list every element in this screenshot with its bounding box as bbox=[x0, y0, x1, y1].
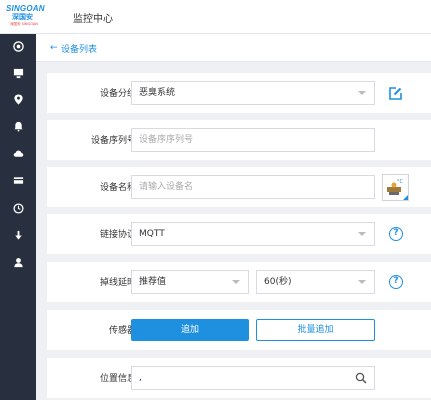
sidebar-item-download[interactable] bbox=[0, 223, 36, 247]
name-input[interactable]: 请输入设备名 bbox=[131, 175, 375, 199]
form-row-delay: 掉线延时 推荐值 60(秒) ? bbox=[47, 262, 431, 302]
brand-logo: SINGOAN 深国安 深国安 SINGOAN bbox=[6, 4, 46, 30]
breadcrumb-device-list-link[interactable]: 设备列表 bbox=[61, 42, 97, 55]
add-sensor-button[interactable]: 追加 bbox=[131, 319, 249, 341]
sidebar-item-monitor[interactable] bbox=[0, 61, 36, 85]
help-icon[interactable]: ? bbox=[389, 275, 403, 289]
search-icon[interactable] bbox=[355, 372, 367, 384]
delay-value: 60(秒) bbox=[264, 277, 292, 287]
chevron-down-icon bbox=[232, 280, 240, 284]
user-icon bbox=[13, 257, 23, 267]
sidebar-item-card[interactable] bbox=[0, 168, 36, 192]
logo-text: SINGOAN bbox=[6, 4, 45, 13]
serial-label: 设备序列号 bbox=[90, 136, 136, 146]
edit-icon[interactable] bbox=[388, 86, 403, 101]
page-title: 监控中心 bbox=[73, 14, 113, 25]
delay-mode-select[interactable]: 推荐值 bbox=[131, 270, 249, 294]
sidebar-item-alarm[interactable] bbox=[0, 114, 36, 138]
location-pin-icon bbox=[13, 93, 23, 105]
target-icon bbox=[12, 40, 24, 52]
top-header: SINGOAN 深国安 深国安 SINGOAN 监控中心 bbox=[0, 0, 431, 34]
monitor-icon bbox=[13, 68, 23, 78]
delay-mode-value: 推荐值 bbox=[139, 277, 167, 287]
serial-input[interactable]: 设备序序列号 bbox=[131, 128, 375, 152]
form-row-group: 设备分组 恶臭系统 bbox=[47, 73, 431, 113]
form-row-name: 设备名称 请输入设备名 °C bbox=[47, 167, 431, 207]
chevron-down-icon bbox=[358, 232, 366, 236]
svg-text:°C: °C bbox=[397, 179, 404, 185]
bell-icon bbox=[13, 121, 23, 132]
sidebar-item-cloud[interactable] bbox=[0, 141, 36, 165]
location-value: , bbox=[139, 373, 142, 383]
sidebar-item-target[interactable] bbox=[0, 34, 36, 58]
batch-add-sensor-button[interactable]: 批量追加 bbox=[256, 319, 375, 341]
cloud-icon bbox=[13, 150, 23, 157]
sidebar bbox=[0, 34, 36, 400]
form-row-serial: 设备序列号 设备序序列号 bbox=[47, 120, 431, 160]
download-icon bbox=[14, 230, 22, 240]
protocol-select[interactable]: MQTT bbox=[131, 222, 375, 246]
help-icon[interactable]: ? bbox=[389, 227, 403, 241]
form-row-sensor: 传感器 追加 批量追加 bbox=[47, 310, 431, 350]
device-image-icon[interactable]: °C bbox=[382, 174, 409, 201]
sidebar-item-location[interactable] bbox=[0, 87, 36, 111]
clock-icon bbox=[12, 202, 24, 214]
logo-cn-text: 深国安 bbox=[12, 13, 33, 21]
sidebar-item-history[interactable] bbox=[0, 196, 36, 220]
chevron-down-icon bbox=[358, 91, 366, 95]
logo-sub-text: 深国安 SINGOAN bbox=[10, 22, 38, 26]
back-arrow-icon[interactable]: ← bbox=[50, 43, 58, 53]
protocol-select-value: MQTT bbox=[139, 229, 165, 239]
chevron-down-icon bbox=[358, 280, 366, 284]
delay-value-select[interactable]: 60(秒) bbox=[256, 270, 375, 294]
form-row-location: 位置信息 , bbox=[47, 358, 431, 398]
group-select[interactable]: 恶臭系统 bbox=[131, 81, 375, 105]
card-icon bbox=[13, 176, 23, 184]
sidebar-item-user[interactable] bbox=[0, 250, 36, 274]
breadcrumb: ← 设备列表 bbox=[36, 34, 431, 62]
group-select-value: 恶臭系统 bbox=[139, 88, 176, 98]
form-row-protocol: 链接协议 MQTT ? bbox=[47, 214, 431, 254]
location-input[interactable]: , bbox=[131, 366, 375, 390]
